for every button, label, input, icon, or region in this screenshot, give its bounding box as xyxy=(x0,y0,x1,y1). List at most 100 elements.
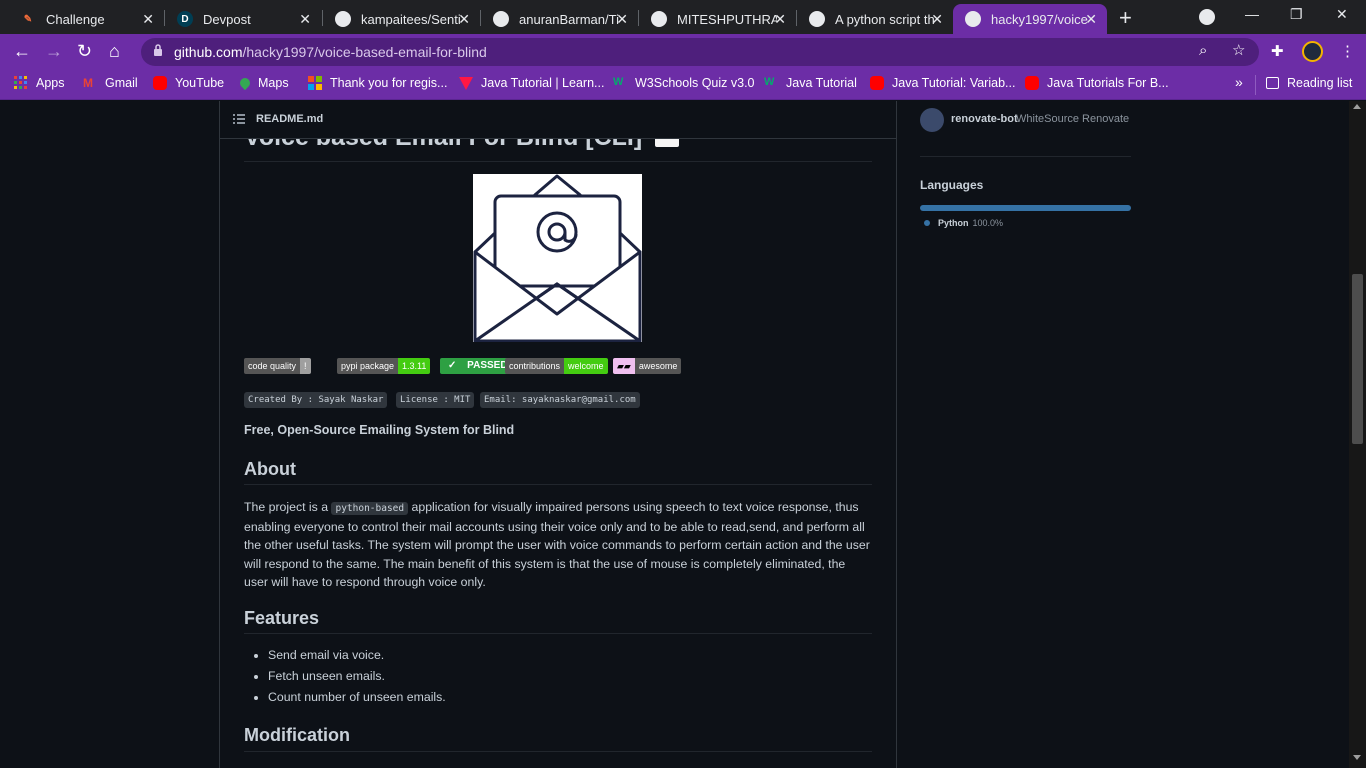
github-icon xyxy=(965,11,981,27)
bookmarks-divider xyxy=(1255,75,1256,95)
home-icon[interactable]: ⌂ xyxy=(109,41,120,62)
bookmark-java-tutorial-variables[interactable]: Java Tutorial: Variab... xyxy=(870,76,1015,90)
page-scrollbar[interactable] xyxy=(1349,101,1366,768)
contributor-description: WhiteSource Renovate xyxy=(1016,113,1130,125)
more-bookmarks-icon[interactable]: » xyxy=(1235,74,1243,90)
bookmark-youtube[interactable]: YouTube xyxy=(153,76,224,90)
badge-contributions[interactable]: contributions welcome xyxy=(505,358,608,374)
close-tab-icon[interactable]: ✕ xyxy=(458,11,470,28)
list-item: Count number of unseen emails. xyxy=(268,689,446,710)
readme-filename: README.md xyxy=(256,113,324,125)
badge-awesome[interactable]: ▰▰ awesome xyxy=(613,358,682,374)
avatar[interactable] xyxy=(920,108,944,132)
about-divider xyxy=(244,484,872,485)
w3schools-icon: W xyxy=(764,76,775,88)
github-icon xyxy=(809,11,825,27)
new-tab-icon[interactable]: + xyxy=(1119,5,1132,31)
github-page: README.md Voice based Email For Blind [C… xyxy=(0,101,1366,768)
minimize-icon[interactable]: — xyxy=(1245,6,1259,22)
scroll-up-arrow-icon[interactable] xyxy=(1353,104,1361,109)
about-paragraph: The project is a python-based applicatio… xyxy=(244,500,870,589)
tab-miteshputhran[interactable]: MITESHPUTHRAN ✕ xyxy=(639,4,796,34)
languages-title: Languages xyxy=(920,178,984,192)
modification-heading: Modification xyxy=(244,725,350,745)
language-color-dot xyxy=(924,220,930,226)
close-tab-icon[interactable]: ✕ xyxy=(142,11,154,28)
reload-icon[interactable]: ↻ xyxy=(77,41,92,62)
bookmark-star-icon[interactable]: ☆ xyxy=(1232,41,1245,59)
bookmark-w3schools[interactable]: W W3Schools Quiz v3.0 xyxy=(613,76,755,90)
gmail-icon: M xyxy=(83,76,93,90)
maps-pin-icon xyxy=(237,75,253,91)
created-by-tag: Created By : Sayak Naskar xyxy=(244,392,388,408)
about-heading: About xyxy=(244,459,296,479)
tab-python-script[interactable]: A python script th ✕ xyxy=(797,4,953,34)
close-tab-icon[interactable]: ✕ xyxy=(931,11,943,28)
email-tag: Email: sayaknaskar@gmail.com xyxy=(480,392,640,408)
close-tab-icon[interactable]: ✕ xyxy=(299,11,311,28)
triangle-icon xyxy=(459,76,473,90)
bookmark-java-tutorials-beginners[interactable]: Java Tutorials For B... xyxy=(1025,76,1169,90)
github-icon xyxy=(335,11,351,27)
contributor-name[interactable]: renovate-bot xyxy=(951,113,1018,125)
scroll-down-arrow-icon[interactable] xyxy=(1353,755,1361,760)
close-tab-icon[interactable]: ✕ xyxy=(774,11,786,28)
bookmark-maps[interactable]: Maps xyxy=(237,75,289,91)
badge-code-quality[interactable]: code quality ! xyxy=(244,358,311,374)
tab-anuranbarman[interactable]: anuranBarman/Ti ✕ xyxy=(481,4,638,34)
scroll-thumb[interactable] xyxy=(1352,274,1363,444)
forward-icon[interactable]: → xyxy=(45,41,63,62)
extensions-icon[interactable]: ✚ xyxy=(1271,42,1284,60)
language-item-python[interactable]: Python 100.0% xyxy=(924,218,1003,228)
check-circle-icon: ✓ xyxy=(448,360,457,371)
zoom-icon[interactable]: ⌕ xyxy=(1199,42,1207,59)
bookmark-gmail[interactable]: M Gmail xyxy=(83,76,138,90)
features-heading: Features xyxy=(244,608,320,628)
license-tag: License : MIT xyxy=(396,392,475,408)
bookmark-java-tutorial[interactable]: W Java Tutorial xyxy=(764,76,857,90)
tab-challenge[interactable]: ✎ Challenge ✕ xyxy=(8,4,164,34)
bookmarks-bar: Apps M Gmail YouTube Maps Thank you for … xyxy=(0,70,1366,100)
tab-devpost[interactable]: D Devpost ✕ xyxy=(165,4,321,34)
reading-list-icon xyxy=(1266,77,1279,89)
restore-icon[interactable]: ❐ xyxy=(1290,6,1303,23)
github-icon xyxy=(651,11,667,27)
inline-code: python-based xyxy=(331,502,409,515)
apps-grid-icon xyxy=(14,76,27,89)
list-item: Fetch unseen emails. xyxy=(268,668,446,689)
reading-list-button[interactable]: Reading list xyxy=(1266,76,1352,90)
tagline: Free, Open-Source Emailing System for Bl… xyxy=(244,423,515,437)
readme-header: README.md xyxy=(220,101,896,139)
navigation-bar: ← → ↻ ⌂ github.com/hacky1997/voice-based… xyxy=(0,34,1366,70)
envelope-at-icon xyxy=(473,174,642,342)
back-icon[interactable]: ← xyxy=(13,41,31,62)
url-text: github.com/hacky1997/voice-based-email-f… xyxy=(174,44,487,60)
features-list: Send email via voice. Fetch unseen email… xyxy=(268,647,446,710)
modification-divider xyxy=(244,751,872,752)
w3schools-icon: W xyxy=(613,76,624,88)
list-icon[interactable] xyxy=(233,114,245,124)
youtube-icon xyxy=(1025,76,1039,90)
address-bar[interactable]: github.com/hacky1997/voice-based-email-f… xyxy=(141,38,1259,66)
tab-search-icon[interactable] xyxy=(1199,9,1215,25)
tab-hacky1997[interactable]: hacky1997/voice ✕ xyxy=(953,4,1107,34)
devpost-icon: D xyxy=(177,11,193,27)
sidebar-divider xyxy=(920,156,1131,157)
youtube-icon xyxy=(870,76,884,90)
close-window-icon[interactable]: ✕ xyxy=(1336,6,1348,23)
profile-avatar[interactable] xyxy=(1302,41,1323,62)
bookmark-java-tutorial-learn[interactable]: Java Tutorial | Learn... xyxy=(459,76,604,90)
badge-pypi-package[interactable]: pypi package 1.3.11 xyxy=(337,358,431,374)
readme-panel: README.md Voice based Email For Blind [C… xyxy=(219,101,897,768)
list-item: Send email via voice. xyxy=(268,647,446,668)
lock-icon xyxy=(154,44,162,56)
sunglasses-icon: ▰▰ xyxy=(613,358,635,374)
youtube-icon xyxy=(153,76,167,90)
bookmark-thank-you[interactable]: Thank you for regis... xyxy=(308,76,447,90)
menu-kebab-icon[interactable]: ⋮ xyxy=(1340,42,1355,60)
tab-strip: ✎ Challenge ✕ D Devpost ✕ kampaitees/Sen… xyxy=(0,0,1366,34)
close-tab-icon[interactable]: ✕ xyxy=(616,11,628,28)
close-tab-icon[interactable]: ✕ xyxy=(1085,11,1097,28)
bookmark-apps[interactable]: Apps xyxy=(14,76,65,90)
tab-kampaitees[interactable]: kampaitees/Senti ✕ xyxy=(323,4,480,34)
